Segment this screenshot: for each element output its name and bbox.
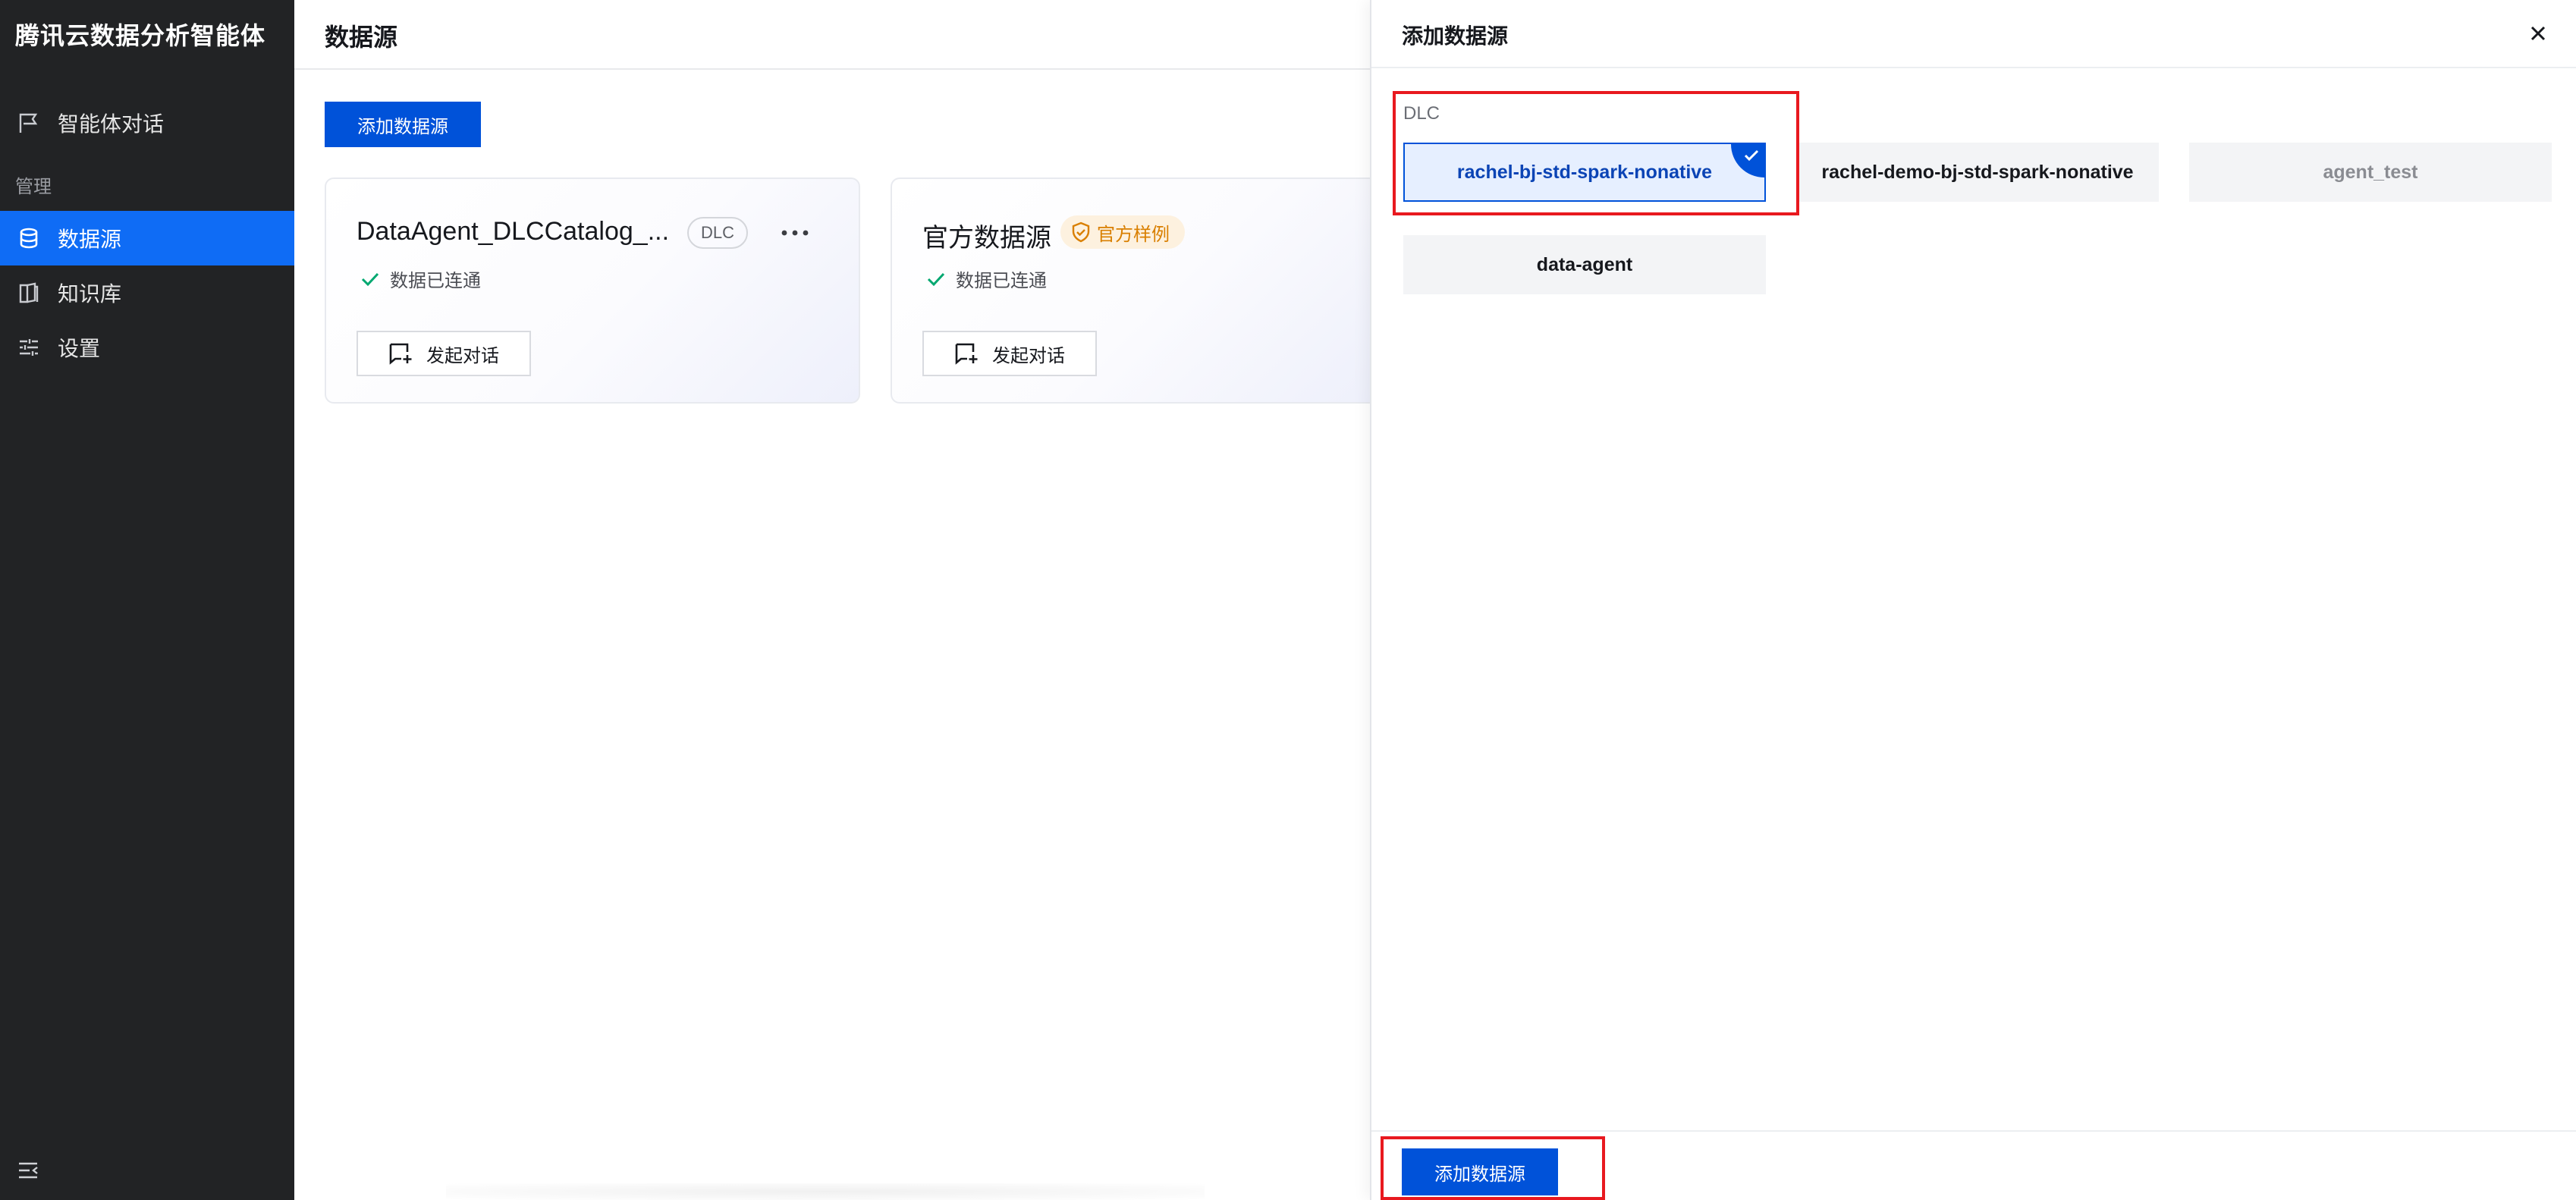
close-icon[interactable] [2523,18,2553,49]
sidebar: 腾讯云数据分析智能体 智能体对话 管理 数据源 知识库 设置 [0,0,294,1200]
start-chat-label: 发起对话 [992,345,1065,366]
datasource-option-agent-test[interactable]: agent_test [2189,143,2552,202]
card-title: 官方数据源 [922,224,1051,253]
drawer-footer: 添加数据源 [1371,1130,2576,1200]
datasource-option-rachel-bj[interactable]: rachel-bj-std-spark-nonative [1403,143,1766,202]
sidebar-item-label: 智能体对话 [58,112,165,136]
bottom-shadow [446,1183,1205,1200]
main-content: 数据源 添加数据源 DataAgent_DLCCatalog_... DLC 数… [294,0,1370,1200]
brand-title: 腾讯云数据分析智能体 [15,22,266,49]
check-icon [927,272,945,286]
submit-add-datasource-button[interactable]: 添加数据源 [1402,1148,1558,1195]
start-chat-button[interactable]: 发起对话 [922,331,1097,376]
sidebar-item-settings[interactable]: 设置 [0,320,294,375]
sidebar-section-manage: 管理 [15,177,52,197]
start-chat-label: 发起对话 [426,345,499,366]
chat-flag-icon [15,109,42,137]
drawer-header: 添加数据源 [1371,0,2576,68]
main-header: 数据源 [294,0,1370,70]
datasource-option-data-agent[interactable]: data-agent [1403,235,1766,294]
add-datasource-button[interactable]: 添加数据源 [325,102,481,147]
menu-collapse-icon[interactable] [15,1158,41,1183]
connection-status: 数据已连通 [360,265,481,292]
sliders-icon [15,334,42,361]
option-label: data-agent [1536,253,1633,275]
selected-check-icon [1731,144,1764,177]
page-title: 数据源 [325,24,398,51]
add-datasource-drawer: 添加数据源 DLC rachel-bj-std-spark-nonative r… [1370,0,2576,1200]
datasource-option-rachel-demo[interactable]: rachel-demo-bj-std-spark-nonative [1796,143,2159,202]
connection-status: 数据已连通 [925,265,1047,292]
database-icon [15,225,42,252]
sidebar-item-label: 数据源 [58,228,122,251]
option-label: rachel-demo-bj-std-spark-nonative [1821,161,2134,183]
official-sample-tag: 官方样例 [1060,215,1185,249]
sidebar-item-agent-chat[interactable]: 智能体对话 [0,96,294,150]
chat-add-icon [389,343,412,365]
status-text: 数据已连通 [390,271,481,291]
sidebar-item-label: 设置 [58,337,101,360]
book-icon [15,279,42,306]
option-label: agent_test [2323,161,2418,183]
start-chat-button[interactable]: 发起对话 [357,331,531,376]
drawer-title: 添加数据源 [1402,24,1509,48]
dlc-tag: DLC [687,217,749,249]
sidebar-item-knowledge[interactable]: 知识库 [0,265,294,320]
official-tag-label: 官方样例 [1097,224,1170,245]
sidebar-item-datasource[interactable]: 数据源 [0,211,294,265]
status-text: 数据已连通 [956,271,1047,291]
chat-add-icon [955,343,978,365]
group-label-dlc: DLC [1403,103,1440,124]
option-label: rachel-bj-std-spark-nonative [1456,161,1713,183]
datasource-card[interactable]: DataAgent_DLCCatalog_... DLC 数据已连通 发起对话 [325,177,860,404]
more-icon[interactable] [774,217,816,249]
sidebar-item-label: 知识库 [58,282,122,306]
card-title: DataAgent_DLCCatalog_... [357,217,670,246]
check-icon [361,272,379,286]
datasource-card[interactable]: 官方数据源 官方样例 数据已连通 发起对话 [891,177,1370,404]
shield-check-icon [1072,221,1090,243]
